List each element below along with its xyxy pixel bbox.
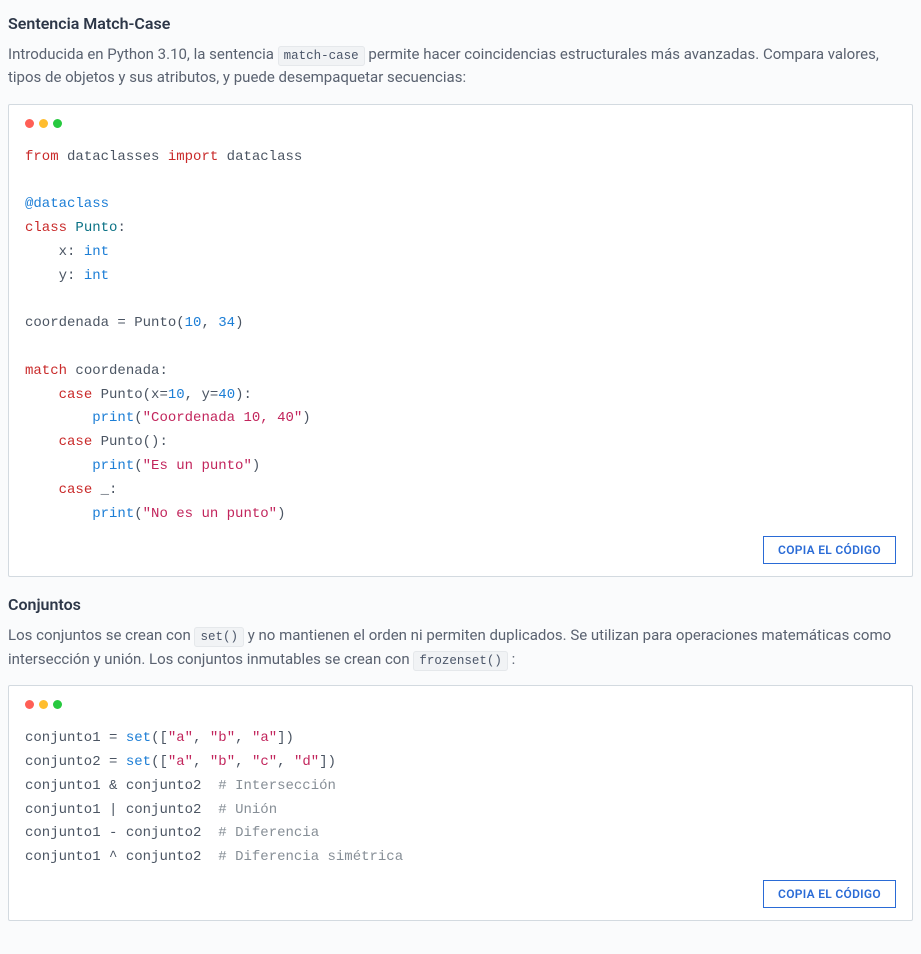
code-content: conjunto1 = set(["a", "b", "a"]) conjunt… (25, 727, 896, 870)
window-dots (25, 700, 896, 709)
section-heading-match-case: Sentencia Match-Case (8, 14, 913, 33)
dot-red-icon (25, 700, 34, 709)
dot-green-icon (53, 700, 62, 709)
code-block-match-case: from dataclasses import dataclass @datac… (8, 104, 913, 578)
section-heading-conjuntos: Conjuntos (8, 595, 913, 614)
section-intro-conjuntos: Los conjuntos se crean con set() y no ma… (8, 624, 913, 671)
intro-text: : (512, 650, 516, 668)
dot-yellow-icon (39, 119, 48, 128)
section-intro-match-case: Introducida en Python 3.10, la sentencia… (8, 43, 913, 90)
intro-text: Los conjuntos se crean con (8, 626, 194, 644)
copy-code-button[interactable]: COPIA EL CÓDIGO (763, 536, 896, 564)
intro-text: Introducida en Python 3.10, la sentencia (8, 45, 278, 63)
dot-yellow-icon (39, 700, 48, 709)
dot-red-icon (25, 119, 34, 128)
inline-code-match-case: match-case (278, 46, 365, 66)
inline-code-frozenset: frozenset() (413, 651, 508, 671)
code-block-conjuntos: conjunto1 = set(["a", "b", "a"]) conjunt… (8, 685, 913, 921)
copy-code-button[interactable]: COPIA EL CÓDIGO (763, 880, 896, 908)
window-dots (25, 119, 896, 128)
inline-code-set: set() (194, 627, 244, 647)
dot-green-icon (53, 119, 62, 128)
code-content: from dataclasses import dataclass @datac… (25, 146, 896, 527)
